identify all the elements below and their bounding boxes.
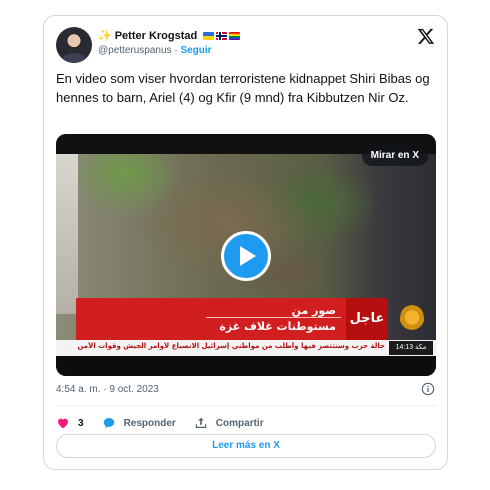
tweet-text: En video som viser hvordan terroristene … <box>56 71 430 105</box>
play-button[interactable] <box>221 231 271 281</box>
follow-button[interactable]: Seguir <box>180 45 211 56</box>
heart-icon <box>58 418 68 429</box>
play-icon <box>240 246 256 266</box>
author-name[interactable]: Petter Krogstad <box>115 30 198 42</box>
share-icon <box>195 417 207 428</box>
speech-bubble-icon <box>103 418 114 428</box>
video-player[interactable]: Mirar en X صور من مستوطنات غلاف غزة عاجل… <box>56 134 436 376</box>
banner-line1: صور من <box>291 304 336 317</box>
read-more-button[interactable]: Leer más en X <box>56 434 436 458</box>
action-bar: 3 Responder Compartir <box>56 412 264 434</box>
banner-divider <box>206 317 341 318</box>
divider <box>56 405 436 406</box>
avatar[interactable] <box>56 27 92 63</box>
video-bottom-bar <box>56 356 436 376</box>
breaking-label: عاجل <box>346 298 388 340</box>
watch-on-x-button[interactable]: Mirar en X <box>361 146 428 166</box>
tweet-timestamp[interactable]: 4:54 a. m. · 9 oct. 2023 <box>56 384 159 395</box>
like-count: 3 <box>78 417 84 429</box>
ticker-text: حالة حرب وسنتتصر فيها وأطلب من مواطني إس… <box>77 342 385 350</box>
rainbow-flag-icon <box>229 31 241 40</box>
reply-label: Responder <box>123 417 176 429</box>
flag-emojis <box>203 31 241 40</box>
like-button[interactable]: 3 <box>56 416 84 430</box>
banner-line2: مستوطنات غلاف غزة <box>219 320 336 333</box>
tweet-card: ✨ Petter Krogstad @petteruspanus · Segui… <box>43 15 448 470</box>
ticker-time: 14:13 مكة <box>389 341 433 355</box>
separator-dot: · <box>174 45 178 56</box>
author-handle-row: @petteruspanus · Seguir <box>98 45 212 56</box>
norway-flag-icon <box>216 31 228 40</box>
share-label: Compartir <box>215 417 264 429</box>
video-scene-wall <box>56 154 78 314</box>
reply-button[interactable]: Responder <box>102 416 176 430</box>
ukraine-flag-icon <box>203 31 215 40</box>
info-icon[interactable] <box>421 382 435 396</box>
x-logo-icon[interactable] <box>417 27 435 45</box>
author-handle[interactable]: @petteruspanus <box>98 45 172 56</box>
share-button[interactable]: Compartir <box>194 416 264 430</box>
sparkle-icon: ✨ <box>98 30 112 42</box>
aljazeera-logo-icon <box>400 304 424 334</box>
channel-logo <box>388 294 436 344</box>
author-name-row[interactable]: ✨ Petter Krogstad <box>98 29 241 42</box>
